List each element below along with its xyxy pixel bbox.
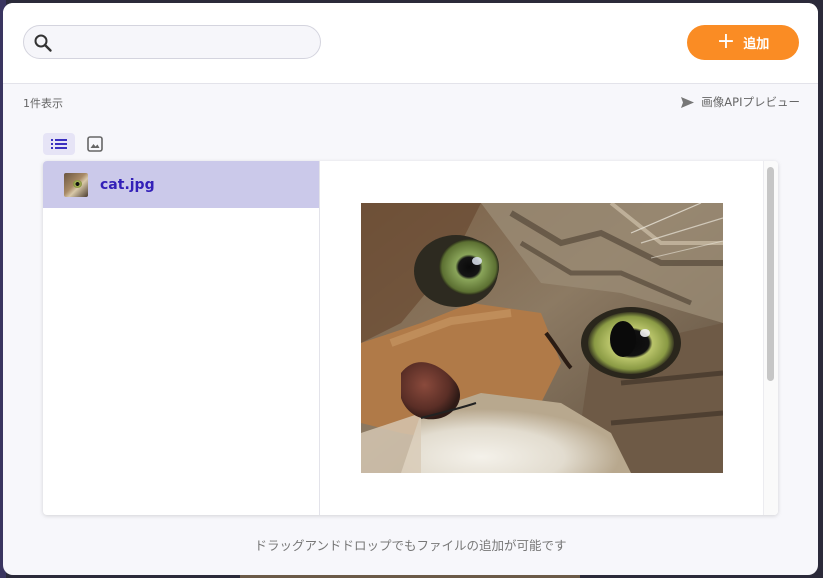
image-api-preview-label: 画像APIプレビュー (701, 95, 800, 109)
search-icon (34, 34, 52, 52)
drag-drop-hint: ドラッグアンドドロップでもファイルの追加が可能です (254, 538, 567, 553)
file-name: cat.jpg (100, 176, 155, 193)
list-icon (51, 139, 67, 149)
file-list-item[interactable]: cat.jpg (43, 161, 319, 208)
add-button-label: 追加 (743, 37, 770, 52)
image-preview (320, 161, 764, 515)
image-icon (87, 136, 103, 152)
modal-header: + 追加 (3, 3, 818, 84)
list-view-button[interactable] (43, 133, 75, 155)
search-box[interactable] (23, 25, 321, 59)
plus-icon: + (716, 28, 736, 54)
result-count: 1件表示 (23, 97, 63, 110)
image-api-preview-link[interactable]: 画像APIプレビュー (680, 94, 800, 110)
grid-view-button[interactable] (79, 133, 111, 155)
file-thumbnail (64, 172, 88, 197)
cat-photo (361, 203, 723, 473)
file-list: cat.jpg (43, 161, 320, 515)
scrollbar-thumb[interactable] (767, 167, 774, 381)
view-mode-toggle (43, 133, 111, 155)
file-manager-modal: + 追加 1件表示 画像APIプレビュー cat.jpg ドラッグアンドドロップ… (3, 3, 818, 575)
preview-scrollbar[interactable] (763, 161, 778, 515)
add-button[interactable]: + 追加 (687, 25, 799, 60)
file-browser-panel: cat.jpg (43, 161, 778, 515)
search-input[interactable] (60, 31, 314, 55)
send-icon (681, 96, 695, 108)
